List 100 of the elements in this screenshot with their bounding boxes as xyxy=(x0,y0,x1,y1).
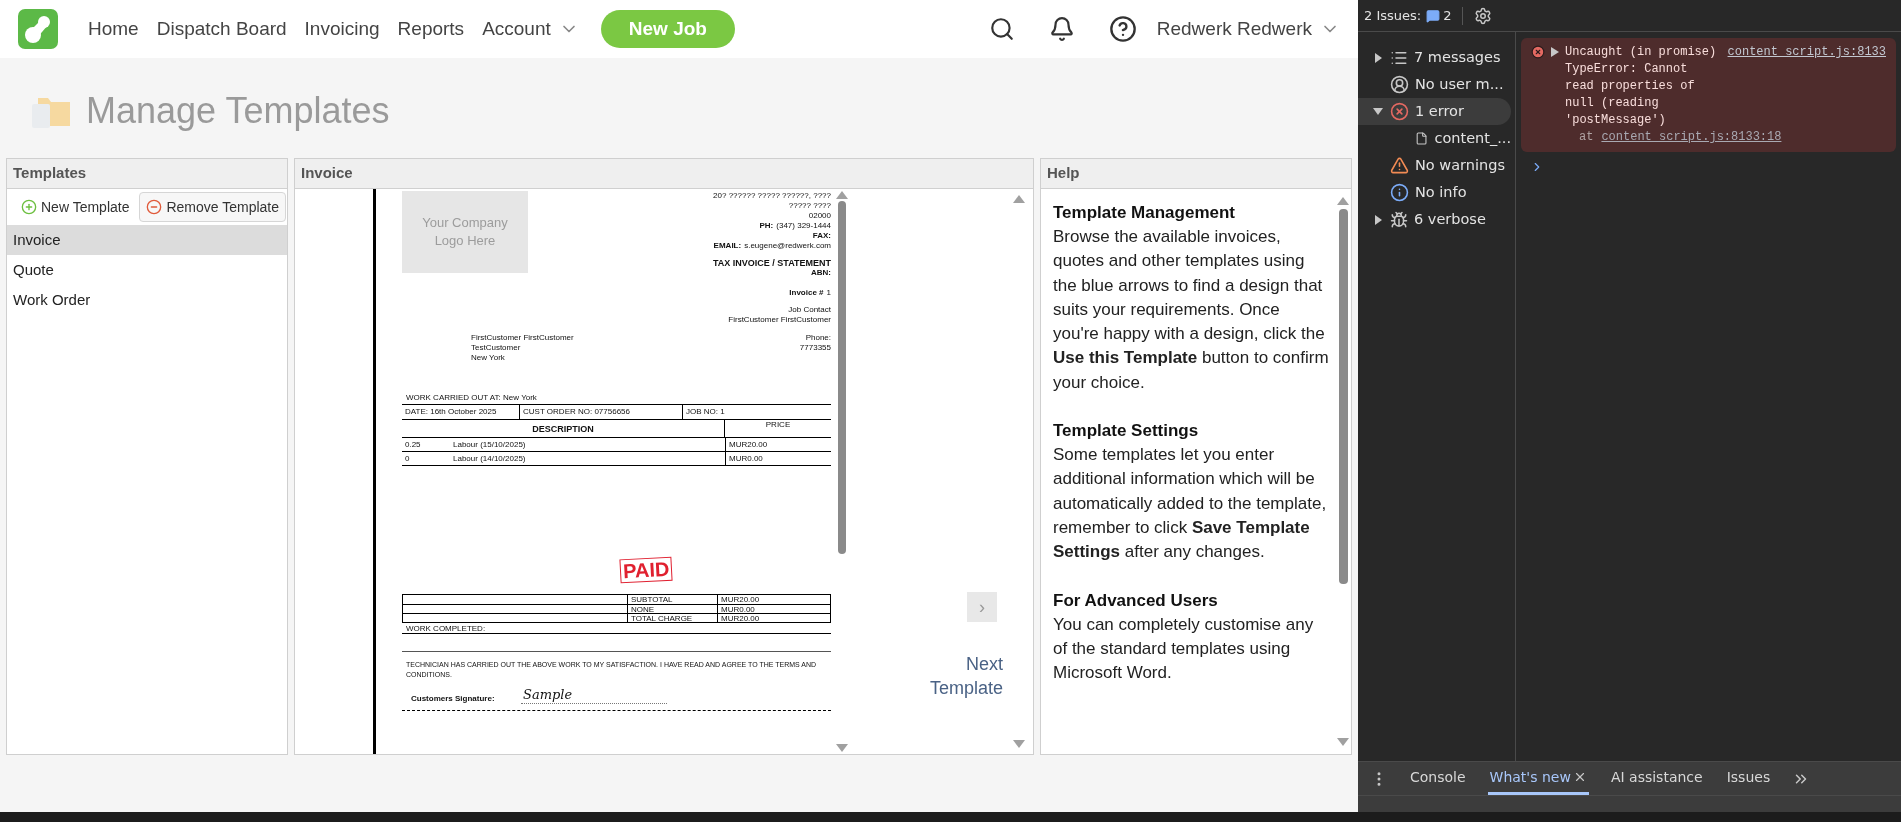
console-filter-item[interactable]: No info xyxy=(1358,179,1511,206)
company-address-line: 20? ?????? ????? ??????, ???? xyxy=(713,191,831,201)
customer-address-line: FirstCustomer FirstCustomer xyxy=(471,333,574,343)
company-address-line: 02000 xyxy=(808,211,831,221)
quantity-cell-text: 0 xyxy=(404,453,411,464)
plus-icon xyxy=(21,199,37,215)
nav-link[interactable]: Home xyxy=(88,14,139,44)
scroll-up-arrow[interactable] xyxy=(836,191,848,199)
logo-placeholder-text: Your Company Logo Here xyxy=(421,214,509,250)
file-icon xyxy=(1415,130,1429,147)
nav-link[interactable]: Dispatch Board xyxy=(156,14,287,44)
signature-label: Customers Signature: xyxy=(411,694,496,704)
page-title: Manage Templates xyxy=(86,89,390,133)
help-heading: Template Settings xyxy=(1053,420,1200,443)
devtools-tab[interactable]: Console xyxy=(1408,762,1468,795)
new-template-button[interactable]: New Template xyxy=(15,192,136,222)
company-address-line: ????? ???? xyxy=(788,201,831,211)
job-contact-name: FirstCustomer FirstCustomer xyxy=(728,315,831,325)
invoice-number-label: Invoice # xyxy=(789,288,824,298)
total-label: NONE xyxy=(627,605,717,613)
nav-link[interactable]: Invoicing xyxy=(304,14,380,44)
error-icon xyxy=(1531,45,1545,59)
column-header: DESCRIPTION xyxy=(402,420,725,437)
console-filter-item[interactable]: No warnings xyxy=(1358,152,1511,179)
field-label: FAX: xyxy=(812,231,831,241)
abn-label: ABN: xyxy=(811,268,831,278)
notification-bell-icon[interactable] xyxy=(1048,16,1075,42)
collapse-arrow-icon[interactable] xyxy=(1373,108,1383,115)
field-value: (347) 329-1444 xyxy=(776,221,831,231)
help-paragraph: Some templates let you enter additional information which will be automatically added to the template, remember to click Save Template Settings after any changes. xyxy=(1053,444,1328,564)
document-title: TAX INVOICE / STATEMENT xyxy=(713,258,831,268)
customer-address-line: TestCustomer xyxy=(471,343,522,353)
signature: Sample xyxy=(521,687,667,704)
job-contact-label: Job Contact xyxy=(788,305,831,315)
expand-arrow-icon[interactable] xyxy=(1374,52,1382,63)
help-icon[interactable] xyxy=(1108,15,1137,43)
template-list-item[interactable]: Invoice xyxy=(7,225,287,255)
total-label: TOTAL CHARGE xyxy=(627,614,717,622)
total-label: SUBTOTAL xyxy=(627,595,717,604)
issues-count-button[interactable]: 2 xyxy=(1426,5,1452,26)
minus-icon xyxy=(146,199,163,215)
work-completed-label: WORK COMPLETED: xyxy=(406,624,486,633)
scroll-down-arrow[interactable] xyxy=(836,744,848,752)
scrollbar-thumb[interactable] xyxy=(838,201,846,554)
phone-number: 7773355 xyxy=(799,343,831,353)
user-menu[interactable]: Redwerk Redwerk xyxy=(1156,14,1340,44)
settings-icon[interactable] xyxy=(1474,6,1493,25)
remove-template-button[interactable]: Remove Template xyxy=(139,192,287,222)
expand-arrow-icon[interactable] xyxy=(1551,47,1559,57)
total-value: MUR0.00 xyxy=(717,605,830,613)
help-paragraph: You can completely customise any of the standard templates using Microsoft Word. xyxy=(1053,613,1315,685)
error-icon xyxy=(1390,102,1409,121)
scroll-down-arrow[interactable] xyxy=(1013,740,1025,748)
description-cell-text: Labour (15/10/2025) xyxy=(453,439,527,450)
help-heading: Template Management xyxy=(1053,202,1236,224)
console-filter-item[interactable]: 7 messages xyxy=(1358,44,1511,71)
devtools-tab[interactable]: Issues xyxy=(1724,762,1773,795)
help-heading: For Advanced Users xyxy=(1053,589,1219,612)
quantity-cell-text: 0.25 xyxy=(404,439,422,450)
customer-address-line: New York xyxy=(471,353,506,363)
devtools-tab[interactable]: AI assistance xyxy=(1608,762,1705,795)
console-filter-item[interactable]: 1 error xyxy=(1358,98,1511,125)
phone-label: Phone: xyxy=(805,333,831,343)
scroll-down-arrow[interactable] xyxy=(1337,738,1349,746)
error-text: Uncaught (in promise) TypeError: Cannot read properties of null (reading 'postMessage') xyxy=(1565,44,1718,129)
panel-header: Help xyxy=(1041,159,1351,189)
panel-header: Invoice xyxy=(295,159,1033,189)
panel-header: Templates xyxy=(7,159,287,189)
scroll-up-arrow[interactable] xyxy=(1013,195,1025,203)
console-filter-item[interactable]: content_... xyxy=(1358,125,1511,152)
description-cell-text: Labour (14/10/2025) xyxy=(453,453,527,464)
console-filter-item[interactable]: 6 verbose xyxy=(1358,206,1511,233)
total-value: MUR20.00 xyxy=(717,595,830,604)
invoice-info-cell: CUST ORDER NO: 07756656 xyxy=(520,405,683,419)
invoice-info-cell-text: JOB NO: 1 xyxy=(685,406,726,418)
price-cell: MUR0.00 xyxy=(725,452,831,465)
template-list-item[interactable]: Work Order xyxy=(7,285,287,315)
invoice-info-cell: DATE: 16th October 2025 xyxy=(402,405,520,419)
template-list-item[interactable]: Quote xyxy=(7,255,287,285)
total-value: MUR20.00 xyxy=(717,614,830,622)
field-label: EMAIL: xyxy=(713,241,742,251)
search-icon[interactable] xyxy=(988,16,1015,42)
warning-icon xyxy=(1390,156,1409,175)
invoice-number: 1 xyxy=(826,288,831,298)
stack-at-label: at xyxy=(1579,129,1594,146)
expand-arrow-icon[interactable] xyxy=(1374,214,1382,225)
column-header: PRICE xyxy=(764,420,792,431)
scrollbar-thumb[interactable] xyxy=(1338,209,1348,584)
price-cell: MUR20.00 xyxy=(725,438,831,451)
next-template-link[interactable]: Next Template xyxy=(893,652,1003,700)
scroll-up-arrow[interactable] xyxy=(1337,197,1349,205)
source-link[interactable]: content_script.js:8133 xyxy=(1727,44,1886,129)
info-icon xyxy=(1390,183,1409,202)
stack-trace-link[interactable]: content_script.js:8133:18 xyxy=(1601,129,1782,146)
help-paragraph: Browse the available invoices, quotes and other templates using the blue arrows to find a design that suits your requirements. Once you're happy with a design, click the Use this Template button to confirm your choice. xyxy=(1053,226,1329,394)
console-filter-item[interactable]: No user m... xyxy=(1358,71,1511,98)
nav-link[interactable]: Account xyxy=(482,14,579,44)
nav-link[interactable]: Reports xyxy=(397,14,465,44)
user-icon xyxy=(1390,75,1409,94)
field-label: PH: xyxy=(759,221,774,231)
